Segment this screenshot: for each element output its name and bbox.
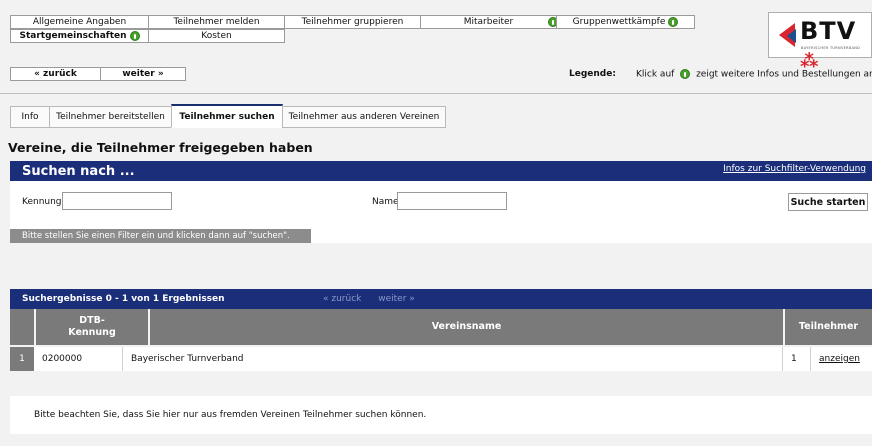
nav-allgemeine-angaben[interactable]: Allgemeine Angaben xyxy=(10,15,149,29)
nav-label: Teilnehmer gruppieren xyxy=(301,17,404,27)
info-icon[interactable] xyxy=(129,31,140,41)
note-box: Bitte beachten Sie, dass Sie hier nur au… xyxy=(10,396,872,434)
legend-label: Legende: xyxy=(569,69,616,79)
name-label: Name xyxy=(372,197,399,207)
nav-startgemeinschaften[interactable]: Startgemeinschaften xyxy=(10,29,149,43)
note-text: Bitte beachten Sie, dass Sie hier nur au… xyxy=(34,410,427,420)
nav-gruppenwettkaempfe[interactable]: Gruppenwettkämpfe xyxy=(556,15,695,29)
logo-subtitle: BAYERISCHER TURNVERBAND xyxy=(801,46,861,50)
nav-label: Allgemeine Angaben xyxy=(32,17,127,27)
logo-flag-accent-icon xyxy=(787,29,796,43)
nav-kosten[interactable]: Kosten xyxy=(148,29,285,43)
nav-label: Kosten xyxy=(201,31,232,41)
info-icon[interactable] xyxy=(668,17,679,27)
col-header-vereinsname[interactable]: Vereinsname xyxy=(150,309,783,345)
nav-mitarbeiter[interactable]: Mitarbeiter xyxy=(420,15,558,29)
cell-vereinsname: Bayerischer Turnverband xyxy=(123,347,783,371)
search-header: Suchen nach ... Infos zur Suchfilter-Ver… xyxy=(10,161,872,181)
cell-kennung: 0200000 xyxy=(34,347,123,371)
kennung-input[interactable] xyxy=(62,192,172,210)
back-button[interactable]: « zurück xyxy=(10,67,101,81)
nav-label: Mitarbeiter xyxy=(463,17,514,27)
legend-text: Klick auf zeigt weitere Infos und Bestel… xyxy=(636,69,872,80)
nav-teilnehmer-gruppieren[interactable]: Teilnehmer gruppieren xyxy=(284,15,421,29)
search-help-link[interactable]: Infos zur Suchfilter-Verwendung xyxy=(723,164,866,174)
forward-button[interactable]: weiter » xyxy=(100,67,186,81)
results-header: Suchergebnisse 0 - 1 von 1 Ergebnissen «… xyxy=(10,289,872,309)
tab-teilnehmer-bereitstellen[interactable]: Teilnehmer bereitstellen xyxy=(49,106,172,128)
cell-teilnehmer-count: 1 xyxy=(783,347,811,371)
tab-info[interactable]: Info xyxy=(10,106,50,128)
info-icon xyxy=(680,69,691,79)
nav-label: Gruppenwettkämpfe xyxy=(572,17,666,27)
btv-logo: BTV ⁂ BAYERISCHER TURNVERBAND xyxy=(768,12,872,72)
tab-teilnehmer-andere-vereine[interactable]: Teilnehmer aus anderen Vereinen xyxy=(282,106,446,128)
row-number: 1 xyxy=(10,347,34,371)
results-count: Suchergebnisse 0 - 1 von 1 Ergebnissen xyxy=(22,294,225,304)
tab-teilnehmer-suchen[interactable]: Teilnehmer suchen xyxy=(171,104,283,128)
col-header-teilnehmer[interactable]: Teilnehmer xyxy=(785,309,872,345)
search-title: Suchen nach ... xyxy=(22,164,135,179)
col-header-num xyxy=(10,309,34,345)
table-row-action: anzeigen xyxy=(811,347,872,371)
results-pager: « zurück weiter » xyxy=(323,294,429,304)
logo-text: BTV ⁂ xyxy=(800,17,857,72)
kennung-label: Kennung xyxy=(22,197,62,207)
divider xyxy=(0,93,872,94)
show-link[interactable]: anzeigen xyxy=(819,354,860,364)
search-status: Bitte stellen Sie einen Filter ein und k… xyxy=(10,229,311,243)
name-input[interactable] xyxy=(397,192,507,210)
status-bar-filler xyxy=(311,229,872,243)
results-back-link[interactable]: « zurück xyxy=(323,294,361,304)
nav-label: Startgemeinschaften xyxy=(19,31,127,41)
col-header-dtb-kennung[interactable]: DTB- Kennung xyxy=(36,309,148,345)
nav-teilnehmer-melden[interactable]: Teilnehmer melden xyxy=(148,15,285,29)
page-title: Vereine, die Teilnehmer freigegeben habe… xyxy=(8,140,313,155)
search-button[interactable]: Suche starten xyxy=(788,193,868,211)
results-forward-link[interactable]: weiter » xyxy=(378,294,415,304)
nav-label: Teilnehmer melden xyxy=(173,17,260,27)
